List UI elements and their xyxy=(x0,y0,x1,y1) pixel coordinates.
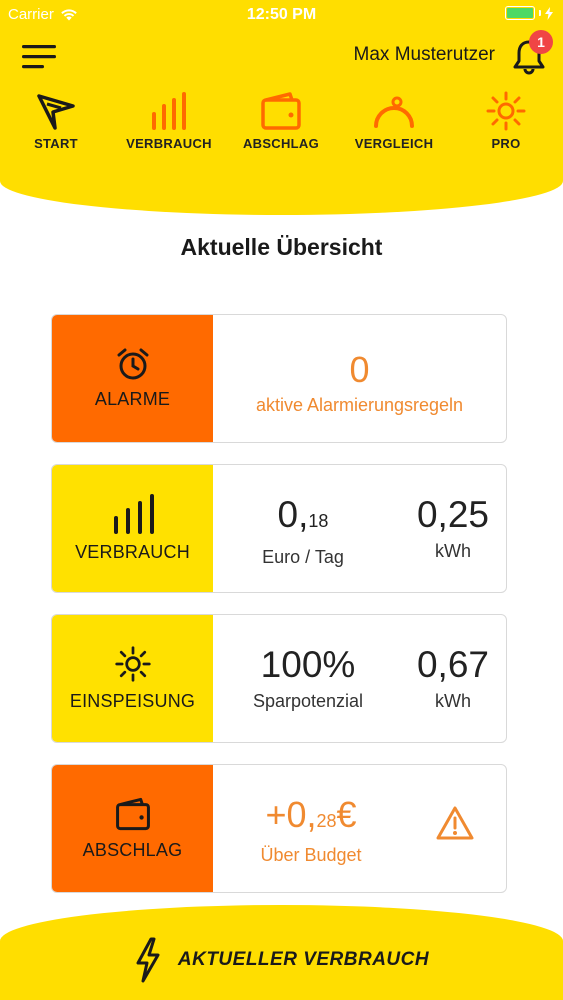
feed-in-energy: 0,67 kWh xyxy=(398,641,506,712)
wallet-icon xyxy=(115,797,150,831)
nav-item-vergleich[interactable]: VERGLEICH xyxy=(339,90,449,151)
lightning-icon xyxy=(136,937,160,983)
sun-icon xyxy=(486,91,526,131)
card-verbrauch-label: VERBRAUCH xyxy=(75,542,190,562)
card-alarme-content: 0 aktive Alarmierungsregeln xyxy=(213,315,506,442)
energy-value: 0,25 xyxy=(416,494,489,535)
battery-indicator xyxy=(505,6,553,20)
feed-in-value: 0,67 xyxy=(416,644,489,685)
card-verbrauch[interactable]: VERBRAUCH 0,18 Euro / Tag 0,25 kWh xyxy=(51,464,507,593)
alarm-count: 0 xyxy=(349,349,370,390)
card-alarme-label: ALARME xyxy=(94,389,171,409)
user-name[interactable]: Max Musterutzer xyxy=(354,44,495,66)
notification-badge: 1 xyxy=(529,30,553,54)
page-title: Aktuelle Übersicht xyxy=(180,234,383,260)
savings-value: 100% xyxy=(260,644,356,685)
status-bar: Carrier 12:50 PM xyxy=(0,0,563,30)
nav-item-pro[interactable]: PRO xyxy=(451,90,561,151)
status-time: 12:50 PM xyxy=(246,6,317,23)
savings-potential: 100% Sparpotenzial xyxy=(233,641,383,712)
hamburger-menu-icon xyxy=(22,45,56,69)
nav-label-start: START xyxy=(34,136,78,151)
card-abschlag[interactable]: ABSCHLAG +0,28€ Über Budget xyxy=(51,764,507,893)
savings-label: Sparpotenzial xyxy=(252,691,364,711)
alarm-description: aktive Alarmierungsregeln xyxy=(255,395,464,415)
warning-icon xyxy=(436,806,474,840)
cost-value: 0,18 xyxy=(277,494,329,535)
nav-label-vergleich: VERGLEICH xyxy=(354,136,434,151)
battery-icon xyxy=(505,6,535,20)
start-logo-icon xyxy=(37,94,75,130)
nav-item-abschlag[interactable]: ABSCHLAG xyxy=(226,90,336,151)
sun-icon xyxy=(114,646,151,682)
card-verbrauch-content: 0,18 Euro / Tag 0,25 kWh xyxy=(213,465,506,592)
gauge-icon xyxy=(374,96,414,128)
alarm-clock-icon xyxy=(117,348,148,380)
energy-unit: kWh xyxy=(435,541,471,561)
nav-label-pro: PRO xyxy=(491,136,521,151)
card-einspeisung-content: 100% Sparpotenzial 0,67 kWh xyxy=(213,615,506,742)
budget-difference: +0,28€ xyxy=(265,794,357,835)
feed-in-unit: kWh xyxy=(435,691,471,711)
charging-bolt-icon xyxy=(545,6,553,20)
nav-item-start[interactable]: START xyxy=(1,90,111,151)
card-einspeisung[interactable]: EINSPEISUNG 100% Sparpotenzial 0,67 kWh xyxy=(51,614,507,743)
card-abschlag-content: +0,28€ Über Budget xyxy=(213,765,506,892)
cost-per-day: 0,18 Euro / Tag xyxy=(233,491,373,568)
card-abschlag-label: ABSCHLAG xyxy=(82,840,183,860)
main-navigation: START VERBRAUCH ABSCHLAG VERGLEICH PRO xyxy=(0,90,563,154)
card-einspeisung-header: EINSPEISUNG xyxy=(52,615,213,742)
wallet-icon xyxy=(261,92,301,130)
nav-item-verbrauch[interactable]: VERBRAUCH xyxy=(114,90,224,151)
current-consumption-label: AKTUELLER VERBRAUCH xyxy=(177,949,430,970)
card-einspeisung-label: EINSPEISUNG xyxy=(69,691,196,711)
bar-chart-icon xyxy=(152,92,186,130)
cost-unit: Euro / Tag xyxy=(262,547,344,567)
energy-consumption: 0,25 kWh xyxy=(398,491,506,562)
nav-label-abschlag: ABSCHLAG xyxy=(242,136,320,151)
card-verbrauch-header: VERBRAUCH xyxy=(52,465,213,592)
card-abschlag-header: ABSCHLAG xyxy=(52,765,213,892)
card-alarme[interactable]: ALARME 0 aktive Alarmierungsregeln xyxy=(51,314,507,443)
nav-label-verbrauch: VERBRAUCH xyxy=(126,136,212,151)
card-alarme-header: ALARME xyxy=(52,315,213,442)
budget-status: Über Budget xyxy=(260,845,362,865)
notifications-button[interactable]: 1 xyxy=(509,30,553,76)
menu-button[interactable] xyxy=(22,44,56,70)
bar-chart-icon xyxy=(113,494,154,534)
current-consumption-button[interactable]: AKTUELLER VERBRAUCH xyxy=(0,930,563,990)
